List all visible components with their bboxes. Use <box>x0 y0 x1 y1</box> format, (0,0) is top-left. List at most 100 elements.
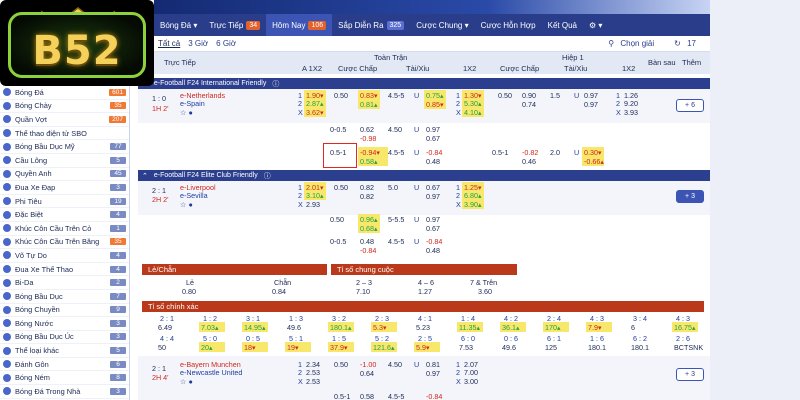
odds-value[interactable]: 0.62 <box>360 125 374 134</box>
odds-value[interactable]: 2 : 1 <box>160 314 174 323</box>
odds-value[interactable]: U <box>414 125 419 134</box>
sidebar-item[interactable]: Võ Tự Do 4 <box>0 249 129 263</box>
odds-value[interactable]: 0.85▾ <box>426 100 444 109</box>
sidebar-item[interactable]: Đua Xe Thể Thao 4 <box>0 263 129 277</box>
tab-5[interactable]: Cược Hỗn Hợp <box>475 14 542 36</box>
sidebar-item[interactable]: Bóng Chày 35 <box>0 100 129 114</box>
odds-value[interactable]: 0.74 <box>522 100 536 109</box>
odds-value[interactable]: 1.5 <box>550 91 560 100</box>
odds-value[interactable]: 0.48 <box>360 237 374 246</box>
odds-value[interactable]: 0.97 <box>426 215 440 224</box>
sidebar-item[interactable]: Quần Vợt 207 <box>0 113 129 127</box>
sidebar-item[interactable]: Thể loại khác 5 <box>0 344 129 358</box>
odds-value[interactable]: 3.62▾ <box>306 108 324 117</box>
sidebar-item[interactable]: Khúc Côn Cầu Trên Cỏ 1 <box>0 222 129 236</box>
odds-value[interactable]: 49.6 <box>502 343 516 352</box>
odds-value[interactable]: 0.5-1 <box>334 392 350 400</box>
away-team[interactable]: e-Sevilla <box>180 191 208 200</box>
odds-value[interactable]: U <box>414 183 419 192</box>
odds-value[interactable]: X <box>456 108 461 117</box>
odds-value[interactable]: 3.10▴ <box>306 191 324 200</box>
odds-value[interactable]: 180.1 <box>588 343 606 352</box>
odds-value[interactable]: 0.67 <box>426 134 440 143</box>
odds-value[interactable]: 0.81▴ <box>360 100 378 109</box>
league-header[interactable]: ⌃ e-Football F24 Elite Club Friendly ⓘ <box>138 170 710 181</box>
odds-value[interactable]: X <box>456 377 461 386</box>
more-markets-button[interactable]: + 6 <box>676 99 704 112</box>
odds-value[interactable]: 5.3▾ <box>373 323 387 332</box>
odds-value[interactable]: 125 <box>545 343 557 352</box>
odds-value[interactable]: 49.6 <box>287 323 301 332</box>
odds-value[interactable]: 0.82 <box>360 192 374 201</box>
favorite-icon[interactable]: ☆ ● <box>180 108 193 117</box>
odds-value[interactable]: 2.93 <box>306 200 320 209</box>
sidebar-item[interactable]: Quyền Anh 45 <box>0 168 129 182</box>
more-markets-button[interactable]: + 3 <box>676 368 704 381</box>
odds-value[interactable]: X <box>298 377 303 386</box>
odds-value[interactable]: 0.58 <box>360 392 374 400</box>
odds-value[interactable]: 7.9▾ <box>588 323 602 332</box>
away-team[interactable]: e-Spain <box>180 99 205 108</box>
sidebar-item[interactable]: Khúc Côn Cầu Trên Băng 35 <box>0 236 129 250</box>
odds-value[interactable]: 0.5-1 <box>492 148 508 157</box>
favorite-icon[interactable]: ☆ ● <box>180 200 193 209</box>
odds-value[interactable]: X <box>298 200 303 209</box>
sidebar-item[interactable]: Đua Xe Đạp 3 <box>0 181 129 195</box>
odds-value[interactable]: 14.95▴ <box>244 323 266 332</box>
odds-value[interactable]: 0 : 6 <box>504 334 518 343</box>
odds-value[interactable]: 5.0 <box>388 183 398 192</box>
odds-value[interactable]: 6 <box>631 323 635 332</box>
odds-value[interactable]: 170▴ <box>545 323 561 332</box>
odds-value[interactable]: U <box>414 237 419 246</box>
odds-value[interactable]: 36.1▴ <box>502 323 520 332</box>
odds-value[interactable]: 1 : 3 <box>289 314 303 323</box>
odds-value[interactable]: 2 <box>456 368 460 377</box>
odds-value[interactable]: -0.82 <box>522 148 538 157</box>
odds-value[interactable]: 4.50 <box>388 360 402 369</box>
odds-value[interactable]: 0.97 <box>584 91 598 100</box>
odds-value[interactable]: 2.0 <box>550 148 560 157</box>
odds-value[interactable]: U <box>574 148 579 157</box>
sidebar-item[interactable]: Phi Tiêu 19 <box>0 195 129 209</box>
odds-value[interactable]: 9.20 <box>624 99 638 108</box>
odds-value[interactable]: 0.50 <box>498 91 512 100</box>
league-header[interactable]: ⌃ e-Football F24 International Friendly … <box>138 78 710 89</box>
odds-value[interactable]: 2 <box>616 99 620 108</box>
tab-6[interactable]: Kết Quả <box>542 14 583 36</box>
odds-value[interactable]: 2 <box>298 99 302 108</box>
sidebar-item[interactable]: Bóng Đá Trong Nhà 3 <box>0 385 129 399</box>
sidebar-item[interactable]: Bóng Nước 3 <box>0 317 129 331</box>
odds-value[interactable]: BCTSNK <box>674 343 703 352</box>
odds-value[interactable]: 0.50 <box>330 215 344 224</box>
odds-value[interactable]: 0.97 <box>426 192 440 201</box>
tab-all[interactable]: Tất cả <box>154 39 184 48</box>
sidebar-item[interactable]: Bóng Bầu Dục Mỹ 77 <box>0 140 129 154</box>
sidebar-item[interactable]: Bóng Bầu Dục 7 <box>0 290 129 304</box>
odds-value[interactable]: 1 : 6 <box>590 334 604 343</box>
odds-value[interactable]: 3 : 4 <box>633 314 647 323</box>
odds-value[interactable]: 19▾ <box>287 343 299 352</box>
odds-value[interactable]: 4 : 4 <box>160 334 174 343</box>
odds-value[interactable]: 0.82 <box>360 183 374 192</box>
odds-value[interactable]: 0.97 <box>584 100 598 109</box>
odds-value[interactable]: 7.53 <box>459 343 473 352</box>
odds-value[interactable]: U <box>414 91 419 100</box>
sidebar-item[interactable]: Đánh Gôn 6 <box>0 358 129 372</box>
odds-value[interactable]: 121.6▴ <box>373 343 395 352</box>
total-goals-odd[interactable]: 1.27 <box>418 287 432 296</box>
odds-value[interactable]: 0.50 <box>334 183 348 192</box>
odds-value[interactable]: 0.48 <box>426 246 440 255</box>
odds-value[interactable]: 4.5-5 <box>388 392 404 400</box>
total-goals-odd[interactable]: 7.10 <box>356 287 370 296</box>
tab-2[interactable]: Hôm Nay 106 <box>266 14 333 36</box>
choose-league-button[interactable]: ⚲ Chọn giải <box>604 39 662 48</box>
odds-value[interactable]: 18▾ <box>244 343 256 352</box>
refresh-button[interactable]: ↻ 17 <box>670 39 704 48</box>
odds-value[interactable]: U <box>414 360 419 369</box>
tab-3[interactable]: Sắp Diễn Ra 325 <box>332 14 410 36</box>
more-markets-button[interactable]: + 3 <box>676 190 704 203</box>
odds-value[interactable]: 0.58▴ <box>360 157 378 166</box>
odds-value[interactable]: 2 : 6 <box>676 334 690 343</box>
sidebar-item[interactable]: Bóng Bầu Dục Úc 3 <box>0 331 129 345</box>
odds-value[interactable]: 3.90▴ <box>464 200 482 209</box>
